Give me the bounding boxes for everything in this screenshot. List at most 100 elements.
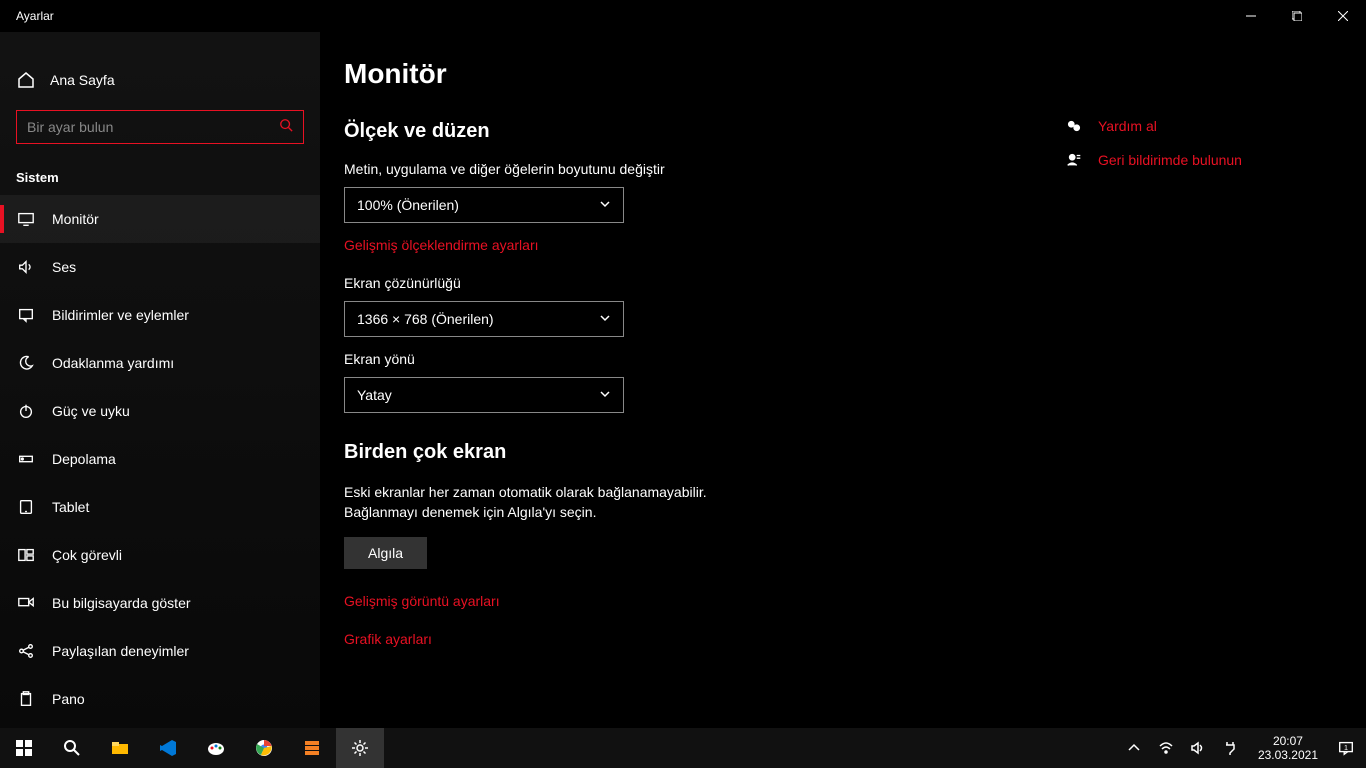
detect-button[interactable]: Algıla [344,537,427,569]
chevron-down-icon [599,387,611,403]
section-scale-title: Ölçek ve düzen [344,120,1064,143]
tray-power-button[interactable] [1216,728,1244,768]
search-icon [279,118,293,137]
window-title: Ayarlar [16,9,54,23]
sidebar-item-tablet[interactable]: Tablet [0,483,320,531]
sidebar-item-notifications[interactable]: Bildirimler ve eylemler [0,291,320,339]
share-icon [16,641,36,661]
minimize-icon [1246,11,1256,21]
project-icon [16,593,36,613]
sidebar-item-label: Tablet [52,499,89,515]
resolution-label: Ekran çözünürlüğü [344,275,1064,291]
maximize-button[interactable] [1274,0,1320,32]
tablet-icon [16,497,36,517]
sidebar-item-label: Güç ve uyku [52,403,130,419]
scale-value: 100% (Önerilen) [357,197,459,213]
palette-icon [206,738,226,758]
clipboard-icon [16,689,36,709]
gear-icon [350,738,370,758]
clock-time: 20:07 [1258,734,1318,748]
chrome-icon [254,738,274,758]
moon-icon [16,353,36,373]
multitask-icon [16,545,36,565]
svg-text:1: 1 [1344,743,1348,752]
home-label: Ana Sayfa [50,72,115,88]
task-paint-button[interactable] [192,728,240,768]
sidebar: Ana Sayfa Sistem Monitör Ses Bildirimler… [0,32,320,728]
feedback-label: Geri bildirimde bulunun [1098,152,1242,168]
stack-icon [302,738,322,758]
storage-icon [16,449,36,469]
page-title: Monitör [344,58,1064,90]
task-app-button[interactable] [288,728,336,768]
task-settings-button[interactable] [336,728,384,768]
graphics-link[interactable]: Grafik ayarları [344,631,1064,647]
plug-icon [1222,740,1238,756]
home-icon [16,70,36,90]
help-icon [1064,116,1084,136]
task-explorer-button[interactable] [96,728,144,768]
sidebar-item-label: Çok görevli [52,547,122,563]
task-search-button[interactable] [48,728,96,768]
home-button[interactable]: Ana Sayfa [0,60,320,100]
multi-paragraph: Eski ekranlar her zaman otomatik olarak … [344,482,784,523]
tray-overflow-button[interactable] [1120,728,1148,768]
sidebar-item-label: Bu bilgisayarda göster [52,595,191,611]
taskbar: 20:07 23.03.2021 1 [0,728,1366,768]
sidebar-item-storage[interactable]: Depolama [0,435,320,483]
sidebar-item-sound[interactable]: Ses [0,243,320,291]
resolution-value: 1366 × 768 (Önerilen) [357,311,494,327]
task-chrome-button[interactable] [240,728,288,768]
sidebar-item-label: Paylaşılan deneyimler [52,643,189,659]
close-button[interactable] [1320,0,1366,32]
maximize-icon [1292,11,1302,21]
chevron-down-icon [599,197,611,213]
volume-icon [1190,740,1206,756]
feedback-icon [1064,150,1084,170]
search-icon [62,738,82,758]
sidebar-item-monitor[interactable]: Monitör [0,195,320,243]
search-box[interactable] [16,110,304,144]
help-label: Yardım al [1098,118,1157,134]
sidebar-item-shared[interactable]: Paylaşılan deneyimler [0,627,320,675]
minimize-button[interactable] [1228,0,1274,32]
vscode-icon [158,738,178,758]
sidebar-item-multitask[interactable]: Çok görevli [0,531,320,579]
advanced-scaling-link[interactable]: Gelişmiş ölçeklendirme ayarları [344,237,1064,253]
sidebar-item-label: Odaklanma yardımı [52,355,174,371]
windows-icon [14,738,34,758]
sidebar-item-label: Bildirimler ve eylemler [52,307,189,323]
section-multi-title: Birden çok ekran [344,441,1064,464]
tray-volume-button[interactable] [1184,728,1212,768]
task-vscode-button[interactable] [144,728,192,768]
chevron-up-icon [1126,740,1142,756]
help-link[interactable]: Yardım al [1064,116,1324,136]
search-input[interactable] [27,119,279,135]
tray-wifi-button[interactable] [1152,728,1180,768]
feedback-link[interactable]: Geri bildirimde bulunun [1064,150,1324,170]
category-label: Sistem [0,162,320,195]
sidebar-item-focus-assist[interactable]: Odaklanma yardımı [0,339,320,387]
sound-icon [16,257,36,277]
action-center-button[interactable]: 1 [1326,728,1366,768]
taskbar-clock[interactable]: 20:07 23.03.2021 [1250,734,1326,763]
sidebar-item-power[interactable]: Güç ve uyku [0,387,320,435]
sidebar-item-label: Ses [52,259,76,275]
start-button[interactable] [0,728,48,768]
orientation-select[interactable]: Yatay [344,377,624,413]
close-icon [1338,11,1348,21]
scale-select[interactable]: 100% (Önerilen) [344,187,624,223]
sidebar-item-project[interactable]: Bu bilgisayarda göster [0,579,320,627]
notification-icon [16,305,36,325]
monitor-icon [16,209,36,229]
advanced-display-link[interactable]: Gelişmiş görüntü ayarları [344,593,1064,609]
main-content: Monitör Ölçek ve düzen Metin, uygulama v… [320,32,1366,728]
chevron-down-icon [599,311,611,327]
folder-icon [110,738,130,758]
sidebar-item-clipboard[interactable]: Pano [0,675,320,723]
wifi-icon [1158,740,1174,756]
orientation-label: Ekran yönü [344,351,1064,367]
scale-label: Metin, uygulama ve diğer öğelerin boyutu… [344,161,1064,177]
resolution-select[interactable]: 1366 × 768 (Önerilen) [344,301,624,337]
clock-date: 23.03.2021 [1258,748,1318,762]
